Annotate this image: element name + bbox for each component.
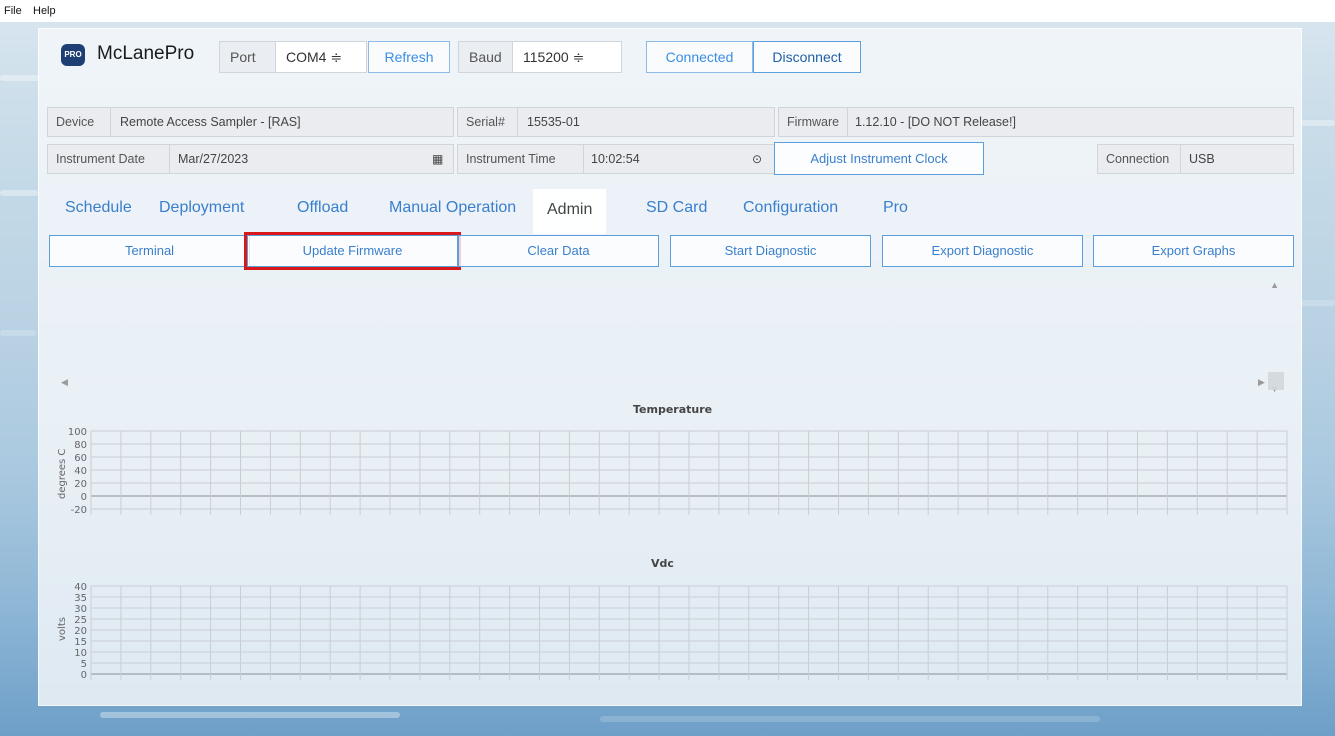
y-tick-label: 40 xyxy=(74,582,87,593)
instrument-date-field: Instrument Date Mar/27/2023 ▦ xyxy=(47,144,454,174)
device-label: Device xyxy=(56,115,95,129)
firmware-field: Firmware 1.12.10 - [DO NOT Release!] xyxy=(778,107,1294,137)
y-tick-label: 30 xyxy=(74,604,87,615)
y-tick-label: 35 xyxy=(74,593,87,604)
tab-configuration[interactable]: Configuration xyxy=(743,199,838,217)
scrollbar-corner xyxy=(1268,372,1284,390)
y-tick-label: 100 xyxy=(68,427,87,438)
baud-select[interactable]: 115200 ≑ xyxy=(512,41,622,73)
terminal-button[interactable]: Terminal xyxy=(49,235,250,267)
brand-name: McLanePro xyxy=(97,43,195,64)
device-value: Remote Access Sampler - [RAS] xyxy=(120,115,301,129)
baud-label: Baud xyxy=(458,41,513,73)
y-tick-label: 60 xyxy=(74,453,87,464)
vdc-chart: 4035302520151050 xyxy=(74,582,1288,681)
y-tick-label: 0 xyxy=(81,670,87,681)
y-tick-label: 40 xyxy=(74,466,87,477)
y-tick-label: 80 xyxy=(74,440,87,451)
device-field: Device Remote Access Sampler - [RAS] xyxy=(47,107,454,137)
temperature-chart-title: Temperature xyxy=(633,403,713,416)
export-diagnostic-button[interactable]: Export Diagnostic xyxy=(882,235,1083,267)
time-value: 10:02:54 xyxy=(591,152,640,166)
connection-field: Connection USB xyxy=(1097,144,1294,174)
adjust-instrument-clock-button[interactable]: Adjust Instrument Clock xyxy=(774,142,984,175)
serial-label: Serial# xyxy=(466,115,505,129)
y-tick-label: 25 xyxy=(74,615,87,626)
instrument-time-field: Instrument Time 10:02:54 ⊙ xyxy=(457,144,775,174)
start-diagnostic-button[interactable]: Start Diagnostic xyxy=(670,235,871,267)
y-tick-label: 20 xyxy=(74,479,87,490)
y-tick-label: 5 xyxy=(81,659,87,670)
menu-help[interactable]: Help xyxy=(33,5,56,17)
connection-label: Connection xyxy=(1106,152,1170,166)
export-graphs-button[interactable]: Export Graphs xyxy=(1093,235,1294,267)
app-window: PRO McLanePro Port COM4 ≑ Refresh Baud 1… xyxy=(38,28,1302,706)
tab-admin[interactable]: Admin xyxy=(533,189,607,234)
firmware-value: 1.12.10 - [DO NOT Release!] xyxy=(855,115,1016,129)
scroll-up-icon[interactable]: ▲ xyxy=(1270,280,1279,290)
serial-value: 15535-01 xyxy=(527,115,580,129)
y-tick-label: 20 xyxy=(74,626,87,637)
port-select[interactable]: COM4 ≑ xyxy=(275,41,367,73)
temperature-chart: 100 80 60 40 20 0 -20 xyxy=(68,427,1288,516)
scroll-left-icon[interactable]: ◀ xyxy=(61,377,68,388)
refresh-button[interactable]: Refresh xyxy=(368,41,450,73)
date-label: Instrument Date xyxy=(56,152,145,166)
tab-sd-card[interactable]: SD Card xyxy=(646,199,707,217)
vdc-chart-title: Vdc xyxy=(651,557,674,570)
firmware-label: Firmware xyxy=(787,115,840,129)
y-tick-label: -20 xyxy=(71,505,87,516)
date-value: Mar/27/2023 xyxy=(178,152,249,166)
scroll-right-icon[interactable]: ▶ xyxy=(1258,377,1265,388)
port-label: Port xyxy=(219,41,276,73)
tab-pro[interactable]: Pro xyxy=(883,199,908,217)
mclane-logo-icon: PRO xyxy=(61,44,85,66)
menu-bar: File Help xyxy=(0,0,1335,22)
y-tick-label: 0 xyxy=(81,492,87,503)
tab-offload[interactable]: Offload xyxy=(297,199,348,217)
time-label: Instrument Time xyxy=(466,152,556,166)
y-tick-label: 10 xyxy=(74,648,87,659)
tab-manual-operation[interactable]: Manual Operation xyxy=(389,199,516,217)
clear-data-button[interactable]: Clear Data xyxy=(458,235,659,267)
clock-icon[interactable]: ⊙ xyxy=(752,145,762,173)
tab-schedule[interactable]: Schedule xyxy=(65,199,132,217)
disconnect-button[interactable]: Disconnect xyxy=(753,41,861,73)
tab-deployment[interactable]: Deployment xyxy=(159,199,244,217)
connection-value: USB xyxy=(1189,152,1215,166)
update-firmware-button[interactable]: Update Firmware xyxy=(244,232,461,270)
terminal-output-area[interactable]: ▲ ▼ ◀ ▶ xyxy=(53,276,1287,394)
calendar-icon[interactable]: ▦ xyxy=(432,145,443,173)
serial-field: Serial# 15535-01 xyxy=(457,107,775,137)
menu-file[interactable]: File xyxy=(4,5,22,17)
connected-button[interactable]: Connected xyxy=(646,41,753,73)
y-tick-label: 15 xyxy=(74,637,87,648)
